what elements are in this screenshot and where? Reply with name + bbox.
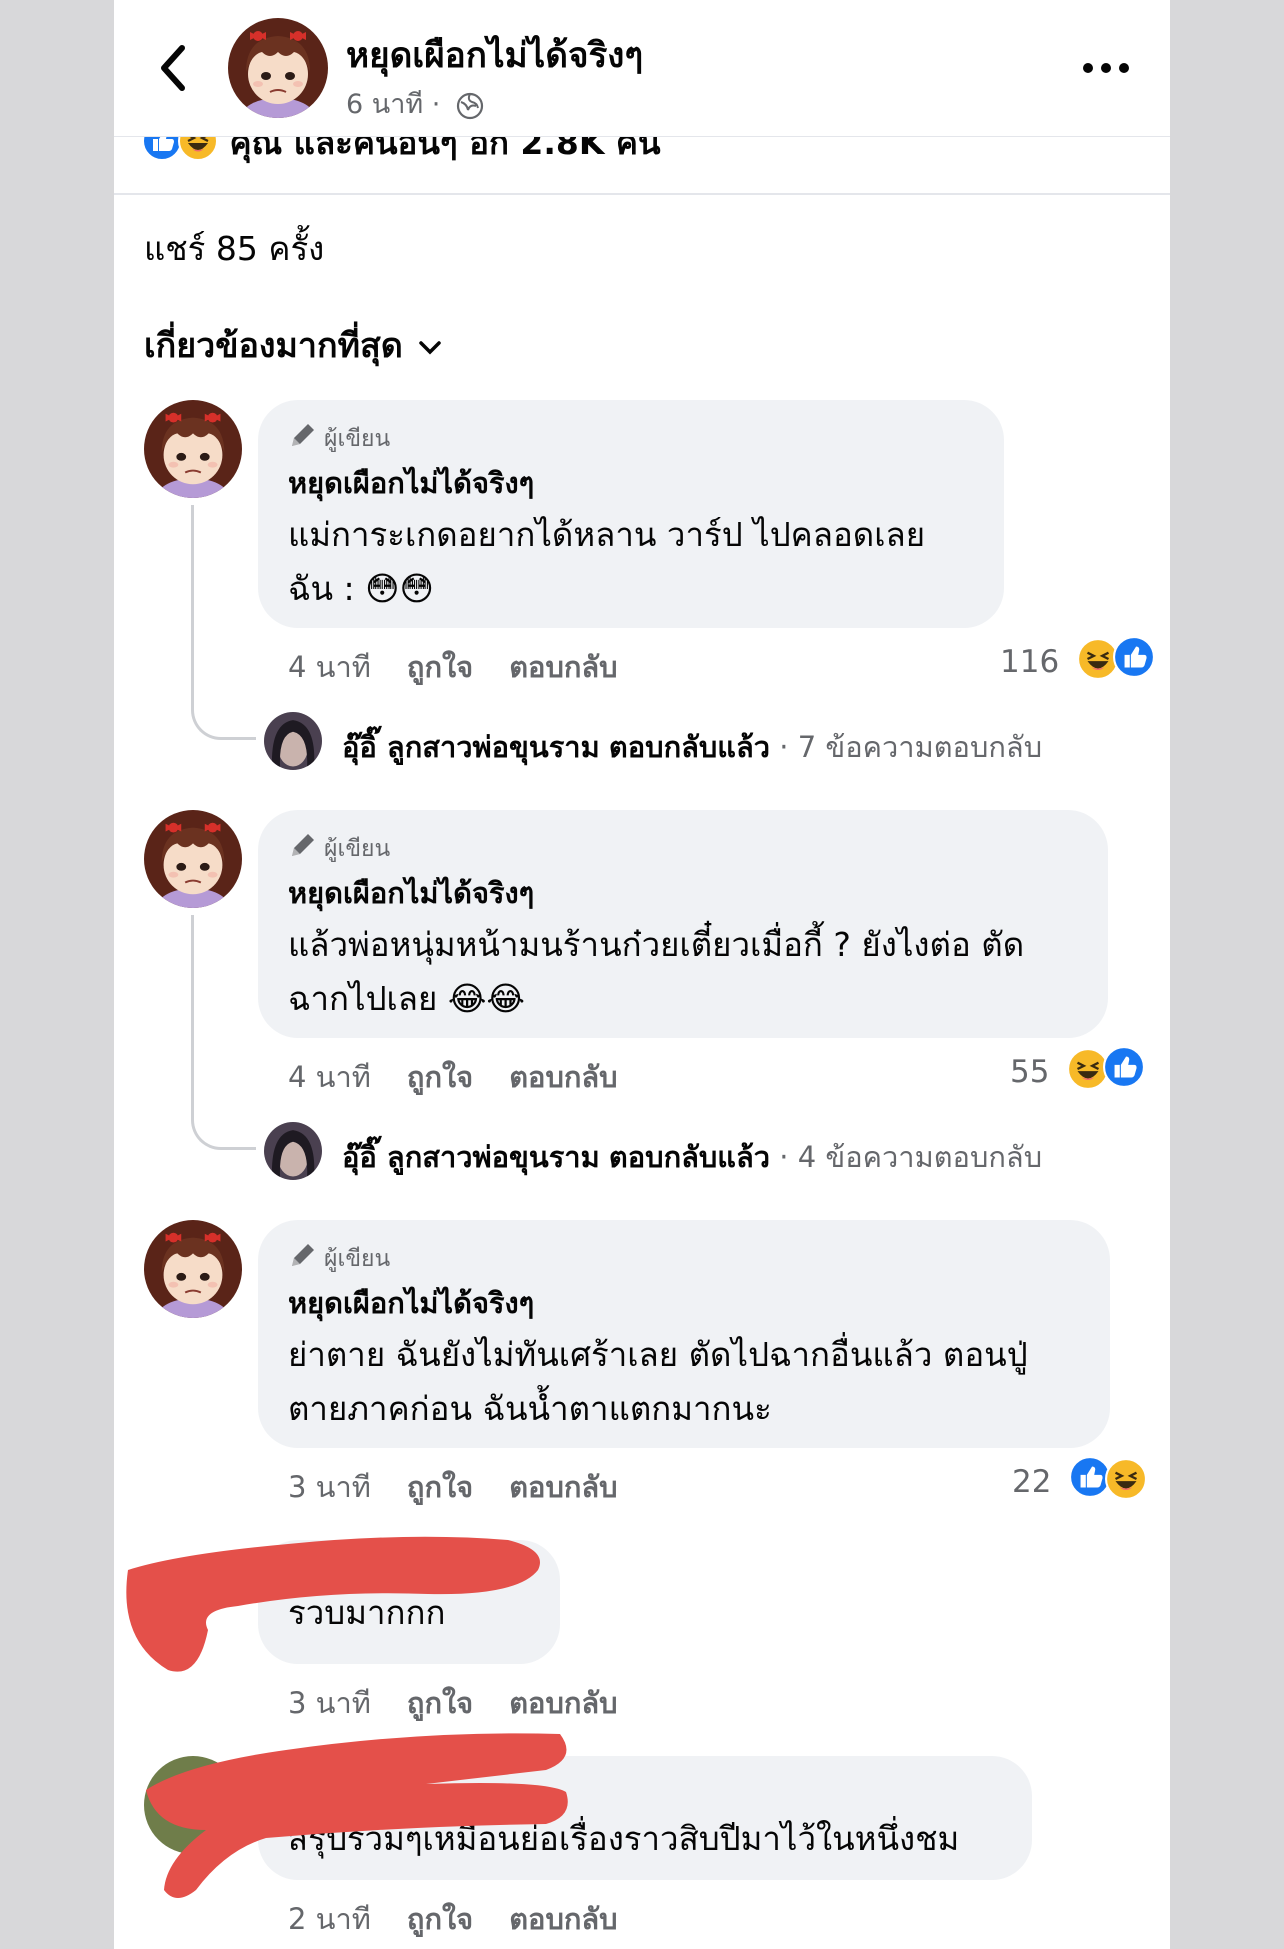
comment-sort-dropdown[interactable]: เกี่ยวข้องมากที่สุด	[144, 318, 443, 372]
replied-label: ตอบกลับแล้ว	[608, 1140, 771, 1174]
reaction-count: 55	[1010, 1054, 1050, 1090]
comment-text-line: ย่าตาย ฉันยังไม่ทันเศร้าเลย ตัดไปฉากอื่น…	[288, 1335, 1028, 1374]
comment-time: 4 นาที	[288, 1060, 371, 1094]
reaction-count: 116	[1000, 644, 1060, 680]
reaction-count: 22	[1012, 1464, 1052, 1500]
like-button[interactable]: ถูกใจ	[407, 644, 473, 690]
redaction-scribble	[146, 1733, 568, 1898]
reply-count: · 4 ข้อความตอบกลับ	[770, 1140, 1043, 1174]
commenter-avatar[interactable]	[144, 1220, 242, 1318]
reply-button[interactable]: ตอบกลับ	[509, 644, 617, 690]
globe-icon	[456, 92, 484, 119]
comment-text-line: แล้วพ่อหนุ่มหน้ามนร้านก๋วยเตี๋ยวเมื่อกี้…	[288, 925, 1025, 964]
reply-button[interactable]: ตอบกลับ	[509, 1464, 617, 1510]
comment-bubble[interactable]: ผู้เขียน หยุดเผือกไม่ได้จริงๆ ย่าตาย ฉัน…	[258, 1220, 1110, 1448]
comment-meta: 4 นาที ถูกใจ ตอบกลับ	[288, 1054, 654, 1100]
pen-icon	[288, 420, 318, 450]
page-title[interactable]: หยุดเผือกไม่ได้จริงๆ	[346, 28, 643, 83]
author-badge: ผู้เขียน	[288, 420, 390, 457]
post-comments-panel: หยุดเผือกไม่ได้จริงๆ 6 นาที · คุณ และคนอ…	[114, 0, 1170, 1949]
replier-name: อุ๊อิ๊ ลูกสาวพ่อขุนราม	[342, 730, 600, 764]
replied-label: ตอบกลับแล้ว	[608, 730, 771, 764]
commenter-avatar[interactable]	[144, 810, 242, 908]
chevron-down-icon	[419, 340, 441, 354]
comment-meta: 4 นาที ถูกใจ ตอบกลับ	[288, 644, 654, 690]
author-badge: ผู้เขียน	[288, 1240, 390, 1277]
comment-reactions[interactable]: 22	[1012, 1456, 1149, 1508]
chevron-left-icon[interactable]	[152, 40, 192, 96]
comment-text-line: ฉัน : 😳😳	[288, 569, 434, 608]
shares-count[interactable]: แชร์ 85 ครั้ง	[144, 222, 324, 275]
pen-icon	[288, 830, 318, 860]
commenter-avatar[interactable]	[144, 400, 242, 498]
like-button[interactable]: ถูกใจ	[407, 1464, 473, 1510]
comment-time: 3 นาที	[288, 1470, 371, 1504]
page-avatar[interactable]	[228, 18, 328, 118]
commenter-name[interactable]: หยุดเผือกไม่ได้จริงๆ	[288, 460, 534, 506]
author-badge: ผู้เขียน	[288, 830, 390, 867]
replier-avatar	[264, 712, 322, 770]
comment-text-line: ฉากไปเลย 😂😂	[288, 979, 525, 1018]
comment-reactions[interactable]: 116	[1000, 636, 1157, 688]
comment-reactions[interactable]: 55	[1010, 1046, 1147, 1098]
replier-avatar	[264, 1122, 322, 1180]
pen-icon	[288, 1240, 318, 1270]
comment-time: 4 นาที	[288, 650, 371, 684]
commenter-name[interactable]: หยุดเผือกไม่ได้จริงๆ	[288, 870, 534, 916]
sort-label: เกี่ยวข้องมากที่สุด	[144, 326, 403, 366]
like-button[interactable]: ถูกใจ	[407, 1054, 473, 1100]
post-header: หยุดเผือกไม่ได้จริงๆ 6 นาที ·	[114, 0, 1170, 137]
reply-count: · 7 ข้อความตอบกลับ	[770, 730, 1043, 764]
thread-line	[191, 505, 256, 740]
commenter-name[interactable]: หยุดเผือกไม่ได้จริงๆ	[288, 1280, 534, 1326]
comment-bubble[interactable]: ผู้เขียน หยุดเผือกไม่ได้จริงๆ แม่การะเกด…	[258, 400, 1004, 628]
redaction-scribble	[126, 1536, 540, 1672]
reply-button[interactable]: ตอบกลับ	[509, 1054, 617, 1100]
more-horizontal-icon[interactable]	[1076, 50, 1136, 86]
comment-bubble[interactable]: ผู้เขียน หยุดเผือกไม่ได้จริงๆ แล้วพ่อหนุ…	[258, 810, 1108, 1038]
divider	[114, 193, 1170, 195]
comment-text-line: แม่การะเกดอยากได้หลาน วาร์ป ไปคลอดเลย	[288, 515, 926, 554]
comment-meta: 3 นาที ถูกใจ ตอบกลับ	[288, 1464, 654, 1510]
post-timestamp: 6 นาที ·	[346, 82, 485, 125]
replier-name: อุ๊อิ๊ ลูกสาวพ่อขุนราม	[342, 1140, 600, 1174]
comment-text-line: ตายภาคก่อน ฉันน้ำตาแตกมากนะ	[288, 1389, 772, 1428]
post-time: 6 นาที ·	[346, 89, 441, 120]
thread-line	[191, 915, 256, 1150]
